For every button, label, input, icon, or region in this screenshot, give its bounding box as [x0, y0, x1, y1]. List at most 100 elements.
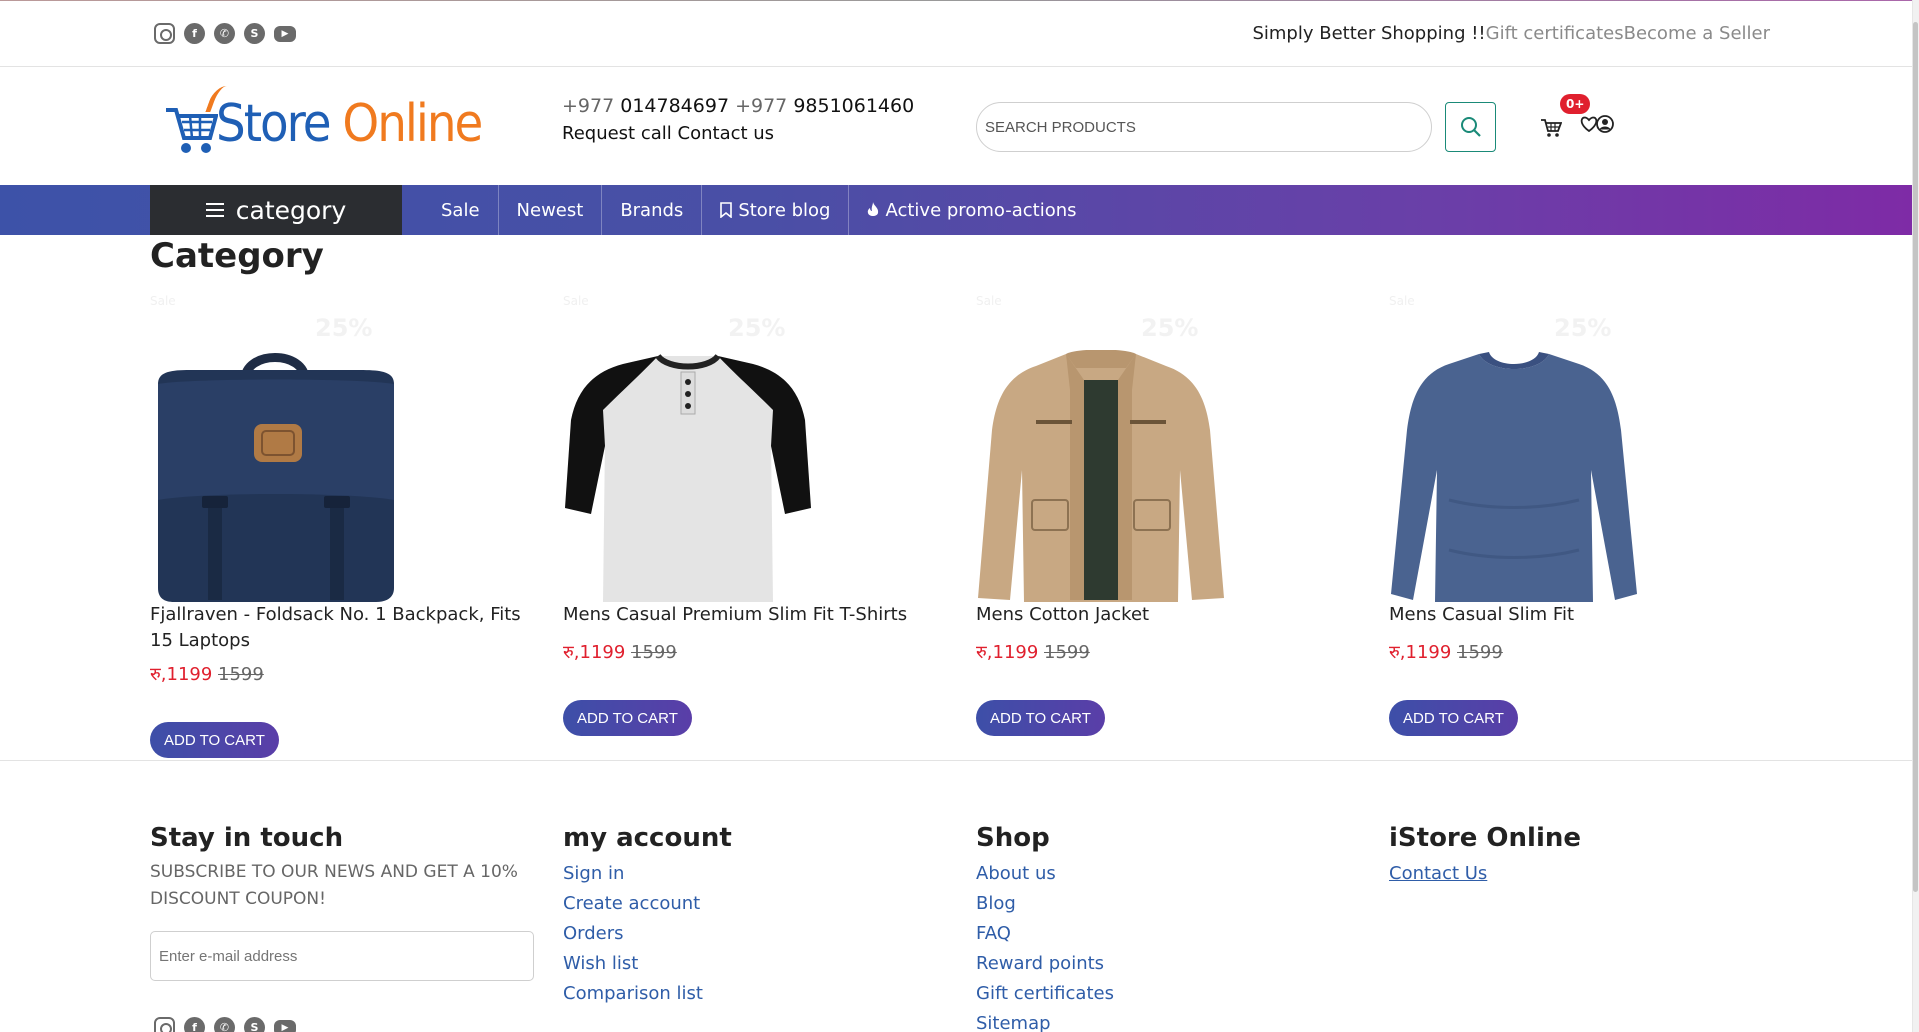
sale-ghost-label: Sale	[563, 294, 589, 308]
wish-list-link[interactable]: Wish list	[563, 949, 732, 979]
search-input[interactable]	[976, 102, 1432, 152]
nav-promo-actions[interactable]: Active promo-actions	[849, 185, 1094, 235]
old-price: 1599	[218, 664, 264, 685]
phone-number-1[interactable]: 014784697	[620, 95, 729, 117]
gift-certificates-link[interactable]: Gift certificates	[1486, 23, 1624, 44]
product-image-backpack[interactable]	[150, 350, 400, 602]
gift-certificates-footer-link[interactable]: Gift certificates	[976, 979, 1114, 1009]
add-to-cart-button[interactable]: ADD TO CART	[976, 700, 1105, 736]
instagram-icon[interactable]	[154, 23, 175, 44]
search-button[interactable]	[1445, 102, 1496, 152]
instagram-icon[interactable]	[154, 1017, 175, 1032]
top-links: Simply Better Shopping !!Gift certificat…	[1252, 23, 1770, 44]
vertical-scrollbar[interactable]	[1912, 0, 1919, 1032]
blog-link[interactable]: Blog	[976, 889, 1114, 919]
become-seller-link[interactable]: Become a Seller	[1624, 23, 1770, 44]
fire-icon	[868, 202, 879, 216]
whatsapp-icon[interactable]: ✆	[214, 1017, 235, 1032]
whatsapp-icon[interactable]: ✆	[214, 23, 235, 44]
sitemap-link[interactable]: Sitemap	[976, 1009, 1114, 1032]
reward-points-link[interactable]: Reward points	[976, 949, 1114, 979]
subscribe-text: SUBSCRIBE TO OUR NEWS AND GET A 10% DISC…	[150, 862, 518, 909]
social-links: f ✆ S ▶	[154, 23, 296, 44]
product-name[interactable]: Mens Cotton Jacket	[976, 602, 1356, 628]
discount-ghost-label: 25%	[728, 314, 786, 342]
product-name[interactable]: Mens Casual Premium Slim Fit T-Shirts	[563, 602, 943, 628]
request-call-link[interactable]: Request call	[562, 123, 672, 144]
phone-number-2[interactable]: 9851061460	[793, 95, 914, 117]
footer-heading: my account	[563, 823, 732, 853]
sale-ghost-label: Sale	[150, 294, 176, 308]
product-card: Sale 25% Mens Casual Premium Slim Fit T-…	[563, 290, 943, 760]
orders-link[interactable]: Orders	[563, 919, 732, 949]
nav-sale-label: Sale	[441, 199, 480, 221]
hamburger-icon	[205, 203, 224, 217]
discount-ghost-label: 25%	[1554, 314, 1612, 342]
nav-store-blog-label: Store blog	[738, 199, 831, 221]
current-price: रु,1199	[976, 642, 1039, 663]
product-grid: Sale 25% Fjallraven - Foldsack No. 1 Bac…	[150, 290, 1790, 760]
skype-icon[interactable]: S	[244, 23, 265, 44]
product-price: रु,1199 1599	[150, 662, 264, 686]
scrollbar-thumb[interactable]	[1913, 22, 1918, 892]
youtube-icon[interactable]: ▶	[274, 26, 296, 42]
product-image-jacket[interactable]	[976, 350, 1226, 602]
add-to-cart-button[interactable]: ADD TO CART	[563, 700, 692, 736]
product-image-longsleeve[interactable]	[1389, 350, 1639, 602]
product-name[interactable]: Fjallraven - Foldsack No. 1 Backpack, Fi…	[150, 602, 530, 654]
faq-link[interactable]: FAQ	[976, 919, 1114, 949]
footer-my-account: my account Sign in Create account Orders…	[563, 823, 732, 1009]
cart-badge: 0+	[1560, 94, 1591, 114]
create-account-link[interactable]: Create account	[563, 889, 732, 919]
old-price: 1599	[631, 642, 677, 663]
header: iStoreStore Online +977 014784697 +977 9…	[0, 68, 1912, 185]
product-price: रु,1199 1599	[976, 640, 1090, 664]
bookmark-icon	[720, 202, 733, 218]
product-image-tshirt[interactable]	[563, 350, 813, 602]
main-nav: category Sale Newest Brands Store blog A…	[0, 185, 1912, 235]
footer-heading: iStore Online	[1389, 823, 1582, 853]
old-price: 1599	[1044, 642, 1090, 663]
sign-in-link[interactable]: Sign in	[563, 859, 732, 889]
footer-social-links: f ✆ S ▶	[154, 1017, 296, 1032]
email-field[interactable]	[150, 931, 534, 981]
footer-istore-online: iStore Online Contact Us	[1389, 823, 1581, 889]
logo-text: iStoreStore Online	[216, 94, 483, 154]
nav-items: Sale Newest Brands Store blog Active pro…	[423, 185, 1095, 235]
phone-prefix-1: +977	[562, 95, 615, 117]
add-to-cart-button[interactable]: ADD TO CART	[150, 722, 279, 758]
category-menu-button[interactable]: category	[150, 185, 402, 235]
skype-icon[interactable]: S	[244, 1017, 265, 1032]
nav-store-blog[interactable]: Store blog	[702, 185, 850, 235]
nav-brands-label: Brands	[620, 199, 684, 221]
contact-us-footer-link[interactable]: Contact Us	[1389, 859, 1581, 889]
user-icon[interactable]	[1596, 115, 1614, 133]
product-price: रु,1199 1599	[1389, 640, 1503, 664]
footer-heading: Stay in touch	[150, 823, 344, 853]
add-to-cart-button[interactable]: ADD TO CART	[1389, 700, 1518, 736]
cart-icon[interactable]	[1540, 118, 1562, 138]
facebook-icon[interactable]: f	[184, 23, 205, 44]
current-price: रु,1199	[150, 664, 213, 685]
current-price: रु,1199	[1389, 642, 1452, 663]
nav-brands[interactable]: Brands	[602, 185, 703, 235]
tagline: Simply Better Shopping !!	[1252, 23, 1486, 44]
nav-sale[interactable]: Sale	[423, 185, 499, 235]
site-logo[interactable]: iStoreStore Online	[160, 84, 483, 164]
product-name[interactable]: Mens Casual Slim Fit	[1389, 602, 1769, 628]
footer-shop: Shop About us Blog FAQ Reward points Gif…	[976, 823, 1114, 1032]
about-us-link[interactable]: About us	[976, 859, 1114, 889]
contact-us-link[interactable]: Contact us	[678, 123, 775, 144]
nav-newest-label: Newest	[516, 199, 584, 221]
contact-info: +977 014784697 +977 9851061460 Request c…	[562, 92, 914, 148]
product-card: Sale 25% Fjallraven - Foldsack No. 1 Bac…	[150, 290, 530, 760]
header-icons: 0+	[1540, 94, 1620, 140]
footer-stay-in-touch: Stay in touch SUBSCRIBE TO OUR NEWS AND …	[150, 823, 534, 981]
nav-newest[interactable]: Newest	[499, 185, 603, 235]
facebook-icon[interactable]: f	[184, 1017, 205, 1032]
product-card: Sale 25% Mens Cotton Jacket रु,1199 1599…	[976, 290, 1356, 760]
youtube-icon[interactable]: ▶	[274, 1020, 296, 1032]
comparison-list-link[interactable]: Comparison list	[563, 979, 732, 1009]
nav-promo-actions-label: Active promo-actions	[885, 199, 1077, 221]
footer: Stay in touch SUBSCRIBE TO OUR NEWS AND …	[0, 760, 1912, 1032]
